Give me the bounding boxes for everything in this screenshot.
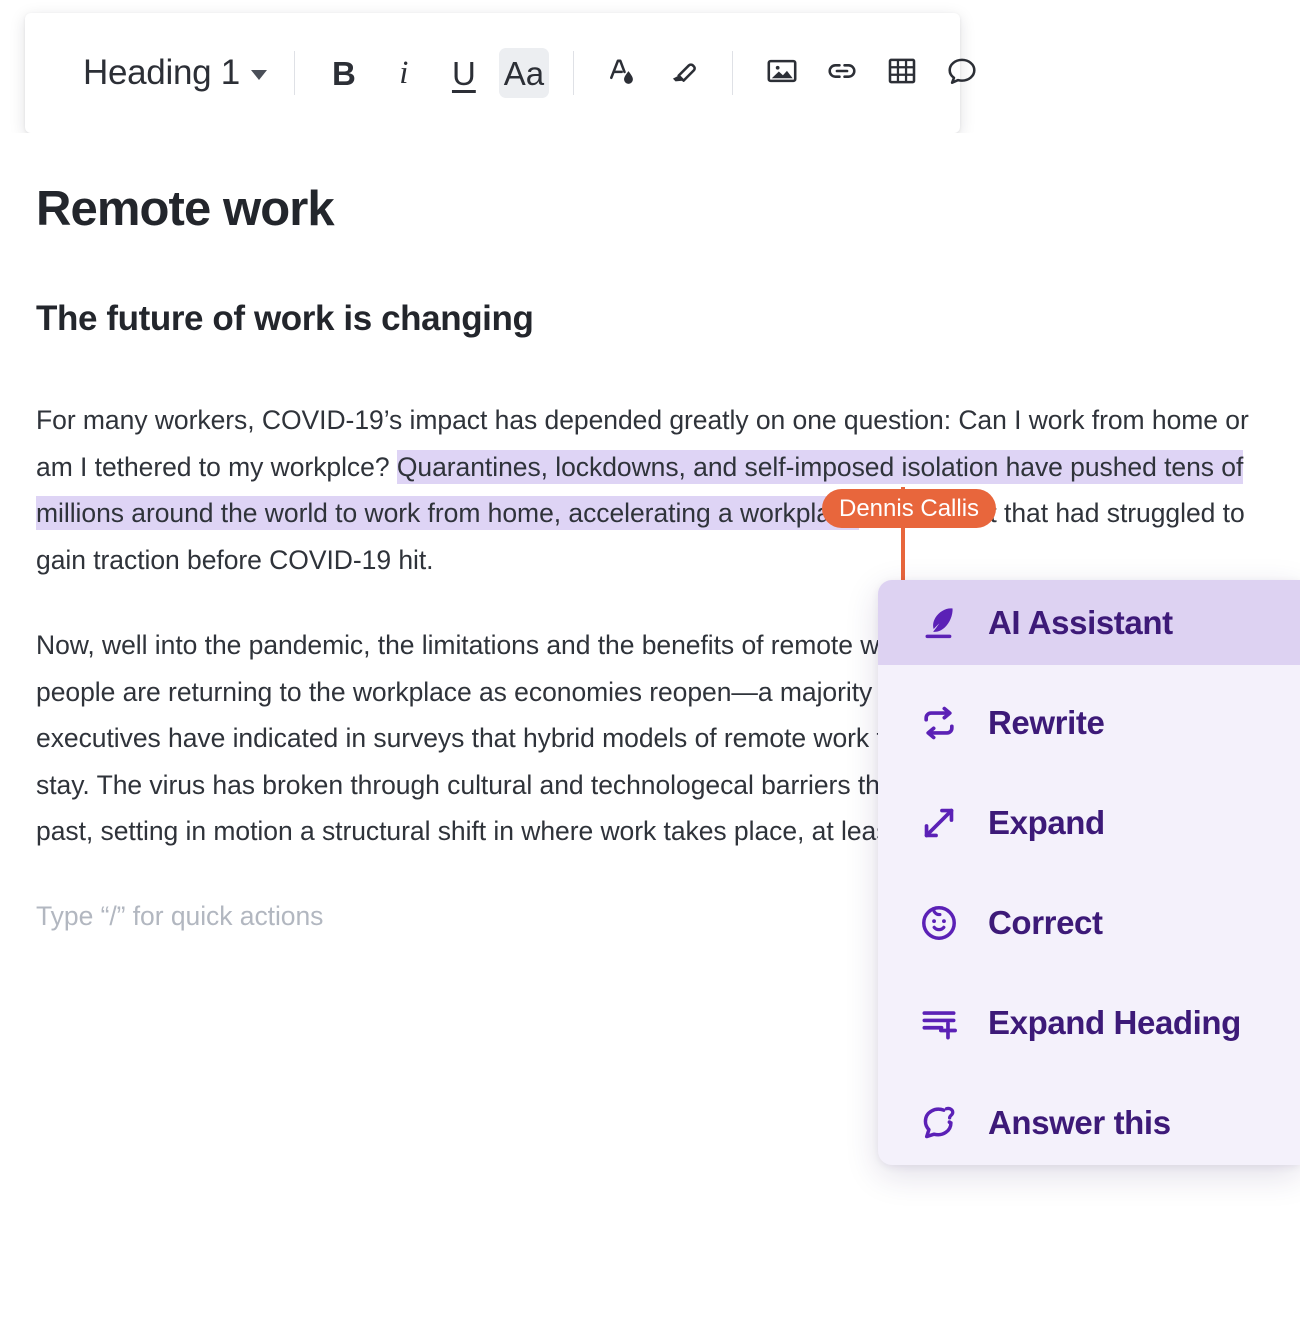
document-subtitle[interactable]: The future of work is changing: [36, 299, 1264, 339]
font-size-icon: Aa: [503, 54, 545, 92]
rewrite-loop-icon: [916, 700, 962, 746]
ai-menu-item-label: Rewrite: [988, 704, 1105, 741]
chevron-down-icon: [250, 70, 267, 80]
ai-menu-item-rewrite[interactable]: Rewrite: [878, 681, 1300, 765]
highlighter-icon: [665, 53, 701, 94]
ai-menu-item-label: AI Assistant: [988, 603, 1173, 641]
toolbar-divider: [293, 51, 295, 95]
comment-icon: [944, 53, 980, 94]
font-size-button[interactable]: Aa: [498, 48, 549, 98]
feather-pen-icon: [916, 600, 962, 646]
ai-menu-item-expand-heading[interactable]: Expand Heading: [878, 981, 1300, 1065]
underline-button[interactable]: U: [439, 48, 489, 98]
image-icon: [764, 53, 800, 94]
ai-menu-item-correct[interactable]: Correct: [878, 881, 1300, 965]
bold-button[interactable]: B: [319, 48, 369, 98]
smiley-face-icon: [916, 900, 962, 946]
ai-menu-item-label: Expand: [988, 804, 1105, 841]
paragraph-style-dropdown[interactable]: Heading 1: [47, 49, 275, 97]
text-color-button[interactable]: [598, 48, 648, 98]
lines-plus-icon: [916, 1000, 962, 1046]
ai-actions-menu: AI Assistant Rewrite Expand Correct Expa…: [878, 580, 1300, 1165]
document-title[interactable]: Remote work: [36, 182, 1264, 237]
paragraph-one[interactable]: For many workers, COVID-19’s impact has …: [36, 397, 1251, 583]
text-color-icon: [605, 53, 641, 94]
collaborator-name-badge: Dennis Callis: [822, 489, 997, 528]
ai-menu-item-ai-assistant[interactable]: AI Assistant: [878, 580, 1300, 665]
link-icon: [824, 53, 860, 94]
ai-menu-item-expand[interactable]: Expand: [878, 781, 1300, 865]
table-icon: [884, 53, 920, 94]
insert-image-button[interactable]: [757, 48, 807, 98]
bold-icon: B: [331, 54, 356, 92]
paragraph-style-label: Heading 1: [83, 53, 240, 92]
ai-menu-item-label: Expand Heading: [988, 1004, 1241, 1041]
ai-menu-item-label: Correct: [988, 904, 1103, 941]
toolbar-divider: [572, 51, 574, 95]
editor-root: Heading 1 B i U Aa Remote work The futur…: [0, 0, 1300, 1332]
toolbar-divider: [731, 51, 733, 95]
ai-menu-item-answer-this[interactable]: Answer this: [878, 1081, 1300, 1165]
expand-arrows-icon: [916, 800, 962, 846]
comment-button[interactable]: [937, 48, 987, 98]
insert-table-button[interactable]: [877, 48, 927, 98]
italic-icon: i: [399, 54, 409, 91]
italic-button[interactable]: i: [379, 48, 429, 98]
underline-icon: U: [451, 54, 476, 92]
ai-menu-item-label: Answer this: [988, 1104, 1171, 1141]
insert-link-button[interactable]: [817, 48, 867, 98]
highlight-button[interactable]: [658, 48, 708, 98]
question-bubble-icon: [916, 1100, 962, 1146]
formatting-toolbar: Heading 1 B i U Aa: [25, 13, 976, 133]
